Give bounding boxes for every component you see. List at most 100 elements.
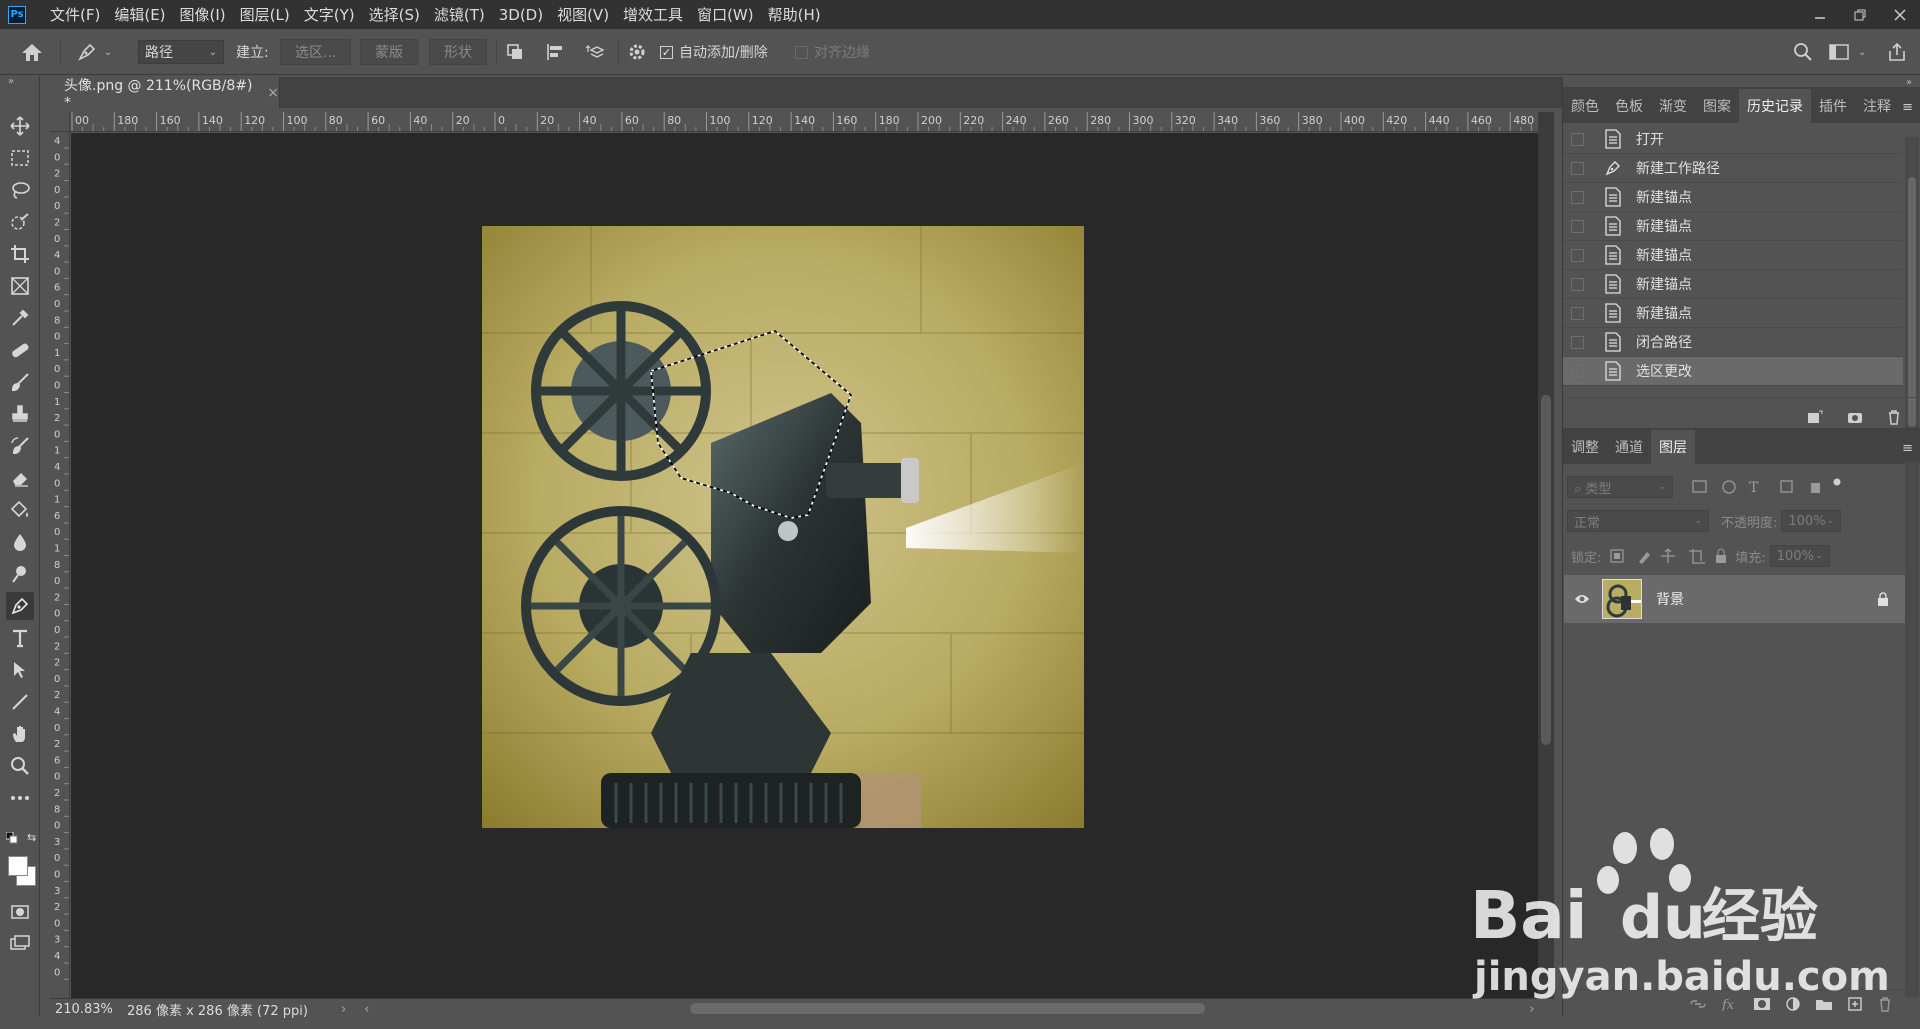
menu-view[interactable]: 视图(V) — [557, 4, 609, 25]
horizontal-scrollbar-thumb[interactable] — [690, 1003, 1205, 1014]
menu-type[interactable]: 文字(Y) — [304, 4, 355, 25]
tool-brush[interactable] — [6, 368, 34, 396]
close-window-button[interactable] — [1880, 0, 1920, 29]
layer-filter-select[interactable]: ⌕ 类型 ⌄ — [1567, 476, 1673, 498]
history-state[interactable]: 选区更改 — [1563, 357, 1903, 386]
blend-mode-select[interactable]: 正常 ⌄ — [1567, 510, 1709, 532]
tool-preset-picker[interactable]: ⌄ — [76, 29, 112, 75]
document-tab[interactable]: 头像.png @ 211%(RGB/8#) * × — [50, 77, 280, 111]
restore-button[interactable] — [1840, 0, 1880, 29]
tool-path-select[interactable] — [6, 656, 34, 684]
tab-plugins[interactable]: 插件 — [1811, 89, 1855, 123]
history-snapshot-checkbox[interactable] — [1571, 335, 1584, 349]
tool-pen[interactable] — [6, 592, 34, 620]
menu-edit[interactable]: 编辑(E) — [114, 4, 165, 25]
tool-zoom[interactable] — [6, 752, 34, 780]
make-shape-button[interactable]: 形状 — [429, 39, 487, 65]
tool-quick-select[interactable] — [6, 208, 34, 236]
menu-help[interactable]: 帮助(H) — [768, 4, 821, 25]
tool-eraser[interactable] — [6, 464, 34, 492]
trash-icon[interactable] — [1886, 409, 1902, 425]
vertical-scrollbar-thumb[interactable] — [1541, 395, 1551, 745]
menu-3d[interactable]: 3D(D) — [499, 6, 543, 24]
lock-options-icons[interactable] — [1609, 547, 1729, 565]
tool-move[interactable] — [6, 112, 34, 140]
tab-layers[interactable]: 图层 — [1651, 430, 1695, 464]
tab-color[interactable]: 颜色 — [1563, 89, 1607, 123]
camera-icon[interactable] — [1846, 409, 1864, 425]
horizontal-ruler[interactable]: 00 180 160 140 120 100 80 60 40 20 0 20 40 60 80 100 120… — [70, 112, 1538, 132]
make-mask-button[interactable]: 蒙版 — [360, 39, 418, 65]
tool-eyedropper[interactable] — [6, 304, 34, 332]
tab-swatches[interactable]: 色板 — [1607, 89, 1651, 123]
history-state[interactable]: 新建锚点 — [1563, 299, 1903, 328]
history-state[interactable]: 闭合路径 — [1563, 328, 1903, 357]
history-state[interactable]: 新建锚点 — [1563, 241, 1903, 270]
align-edges-checkbox[interactable] — [795, 45, 808, 59]
swap-colors-icon[interactable]: ⇆ — [27, 831, 36, 844]
history-state[interactable]: 新建工作路径 — [1563, 154, 1903, 183]
path-alignment-button[interactable] — [545, 29, 565, 75]
canvas-area[interactable] — [71, 133, 1538, 998]
history-snapshot-checkbox[interactable] — [1571, 277, 1584, 291]
history-snapshot-checkbox[interactable] — [1571, 132, 1584, 146]
menu-file[interactable]: 文件(F) — [50, 4, 100, 25]
history-state[interactable]: 新建锚点 — [1563, 212, 1903, 241]
history-state[interactable]: 新建锚点 — [1563, 270, 1903, 299]
tool-hand[interactable] — [6, 720, 34, 748]
menu-image[interactable]: 图像(I) — [180, 4, 226, 25]
tab-channels[interactable]: 通道 — [1607, 430, 1651, 464]
app-logo[interactable]: Ps — [8, 5, 26, 24]
tab-gradients[interactable]: 渐变 — [1651, 89, 1695, 123]
collapse-toolbox-icon[interactable]: » — [8, 76, 14, 87]
tool-blur[interactable] — [6, 528, 34, 556]
panel-menu-icon[interactable]: ≡ — [1902, 441, 1913, 456]
history-snapshot-checkbox[interactable] — [1571, 248, 1584, 262]
auto-add-delete-option[interactable]: 自动添加/删除 — [660, 29, 768, 75]
tool-line[interactable] — [6, 688, 34, 716]
layer-filter-icons[interactable]: T — [1691, 478, 1841, 496]
menu-select[interactable]: 选择(S) — [369, 4, 420, 25]
tool-frame[interactable] — [6, 272, 34, 300]
history-snapshot-checkbox[interactable] — [1571, 219, 1584, 233]
tab-history[interactable]: 历史记录 — [1739, 89, 1811, 123]
history-snapshot-checkbox[interactable] — [1571, 306, 1584, 320]
tool-dodge[interactable] — [6, 560, 34, 588]
history-scrollbar-thumb[interactable] — [1908, 177, 1916, 427]
auto-add-delete-checkbox[interactable] — [660, 45, 673, 59]
menu-filter[interactable]: 滤镜(T) — [434, 4, 485, 25]
collapse-panels-icon[interactable]: » — [1906, 77, 1920, 91]
tool-more[interactable] — [6, 784, 34, 812]
ruler-origin[interactable] — [50, 112, 70, 132]
history-snapshot-checkbox[interactable] — [1571, 161, 1584, 175]
settings-button[interactable] — [627, 29, 647, 75]
opacity-field[interactable]: 100% ⌄ — [1781, 510, 1842, 532]
search-button[interactable] — [1792, 29, 1814, 75]
screen-mode-button[interactable] — [6, 930, 34, 958]
tool-paint-bucket[interactable] — [6, 496, 34, 524]
workspace-button[interactable]: ⌄ — [1828, 29, 1866, 75]
tool-lasso[interactable] — [6, 176, 34, 204]
path-operations-button[interactable] — [505, 29, 525, 75]
menu-window[interactable]: 窗口(W) — [697, 4, 754, 25]
tool-healing[interactable] — [6, 336, 34, 364]
tab-notes[interactable]: 注释 — [1855, 89, 1899, 123]
foreground-color-swatch[interactable] — [8, 856, 28, 876]
tool-history-brush[interactable] — [6, 432, 34, 460]
align-edges-option[interactable]: 对齐边缘 — [795, 29, 870, 75]
make-selection-button[interactable]: 选区... — [280, 39, 352, 65]
quick-mask-button[interactable] — [6, 898, 34, 926]
tool-marquee[interactable] — [6, 144, 34, 172]
chevron-right-icon[interactable]: › — [341, 1002, 346, 1017]
layer-name[interactable]: 背景 — [1656, 589, 1684, 609]
tool-crop[interactable] — [6, 240, 34, 268]
pen-mode-select[interactable]: 路径 ⌄ — [138, 40, 224, 64]
scroll-left-icon[interactable]: ‹ — [364, 1002, 369, 1017]
tool-type[interactable] — [6, 624, 34, 652]
tab-adjustments[interactable]: 调整 — [1563, 430, 1607, 464]
tool-stamp[interactable] — [6, 400, 34, 428]
layer-row[interactable]: 背景 — [1564, 575, 1905, 623]
home-button[interactable] — [20, 29, 44, 75]
eye-icon[interactable] — [1574, 593, 1590, 605]
history-snapshot-checkbox[interactable] — [1571, 190, 1584, 204]
